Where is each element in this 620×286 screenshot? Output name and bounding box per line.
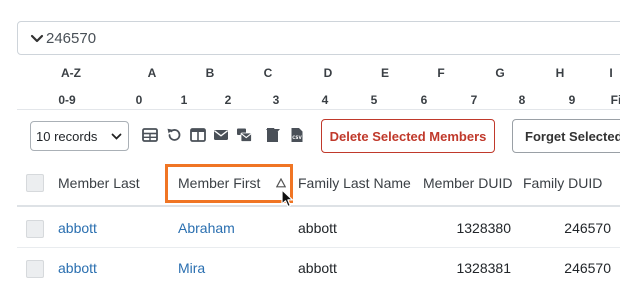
letter-filter-h[interactable]: H [556,66,565,80]
member-duid-cell: 1328381 [456,260,511,276]
column-header-family-duid[interactable]: Family DUID [523,175,602,191]
number-filter-0[interactable]: 0 [136,93,143,107]
table-row[interactable]: abbott Abraham abbott 1328380 246570 [17,208,620,248]
number-filter-6[interactable]: 6 [421,93,428,107]
family-duid-search-input[interactable]: 246570 [17,21,620,55]
member-last-link[interactable]: abbott [58,220,97,236]
records-per-page-value: 10 records [36,128,98,144]
member-first-link[interactable]: Abraham [178,220,235,236]
chevron-down-icon [111,133,122,140]
column-header-family-last-name[interactable]: Family Last Name [298,175,411,191]
letter-filter-g[interactable]: G [495,66,504,80]
letter-filter-e[interactable]: E [381,66,389,80]
letter-filter-a[interactable]: A [148,66,157,80]
number-filter-5[interactable]: 5 [371,93,378,107]
letter-filter-f[interactable]: F [437,66,444,80]
letter-filter-b[interactable]: B [206,66,215,80]
number-filter-9[interactable]: 9 [569,93,576,107]
family-duid-cell: 246570 [564,220,611,236]
letter-filter-a-z[interactable]: A-Z [61,66,81,80]
sorted-column-highlight [165,164,293,203]
mail-bulk-icon[interactable] [236,127,252,143]
forget-selected-button[interactable]: Forget Selected [512,119,620,153]
number-filter-3[interactable]: 3 [273,93,280,107]
sort-ascending-icon[interactable] [276,178,286,188]
letter-filter-c[interactable]: C [264,66,273,80]
row-select-checkbox[interactable] [26,260,44,278]
records-per-page-select[interactable]: 10 records [30,121,129,151]
csv-file-icon[interactable]: CSV [289,127,305,143]
select-all-checkbox[interactable] [26,174,44,192]
funnel-icon[interactable] [265,127,281,143]
letter-filter-d[interactable]: D [324,66,333,80]
chevron-down-icon[interactable] [30,31,44,45]
table-header-row: Member Last Member First Family Last Nam… [17,160,620,207]
table-toolbar: 10 records CSV Delete Selected Members F… [0,118,620,158]
filter-divider [17,109,620,110]
mouse-cursor-icon [281,189,294,208]
delete-selected-members-button[interactable]: Delete Selected Members [321,119,495,153]
number-filter-fi[interactable]: Fi [611,93,620,107]
number-filter-0-9[interactable]: 0-9 [58,93,75,107]
number-filter-7[interactable]: 7 [471,93,478,107]
member-duid-cell: 1328380 [456,220,511,236]
svg-text:CSV: CSV [292,135,302,140]
undo-icon[interactable] [166,127,182,143]
letter-filter-i[interactable]: I [609,66,612,80]
family-last-name-cell: abbott [298,260,337,276]
table-row[interactable]: abbott Mira abbott 1328381 246570 [17,248,620,286]
member-first-link[interactable]: Mira [178,260,205,276]
number-filter-4[interactable]: 4 [322,93,329,107]
family-duid-cell: 246570 [564,260,611,276]
member-last-link[interactable]: abbott [58,260,97,276]
number-filter-1[interactable]: 1 [181,93,188,107]
family-last-name-cell: abbott [298,220,337,236]
column-header-member-last[interactable]: Member Last [58,175,140,191]
row-select-checkbox[interactable] [26,220,44,238]
number-filter-2[interactable]: 2 [225,93,232,107]
columns-icon[interactable] [190,127,206,143]
envelope-icon[interactable] [213,127,229,143]
column-header-member-duid[interactable]: Member DUID [423,175,512,191]
number-filter-8[interactable]: 8 [519,93,526,107]
search-value: 246570 [46,29,97,47]
table-icon[interactable] [142,127,158,143]
